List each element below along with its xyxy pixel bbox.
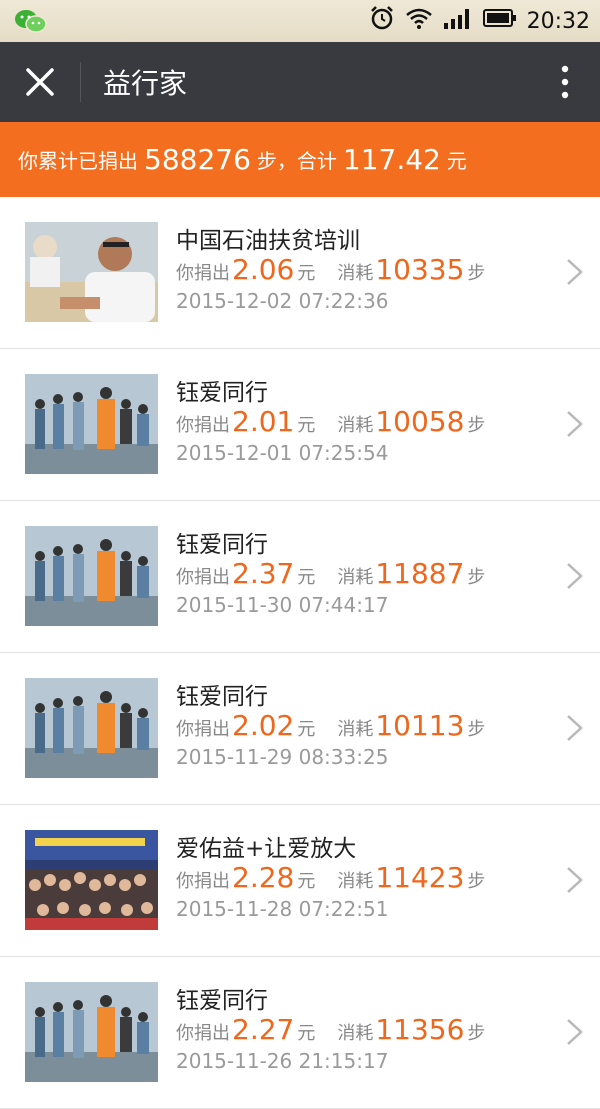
summary-amount: 117.42 bbox=[342, 143, 441, 176]
more-vertical-icon bbox=[561, 65, 569, 99]
donated-label: 你捐出 bbox=[176, 871, 230, 892]
steps-label: 步 bbox=[467, 1023, 486, 1044]
item-amount: 2.28 bbox=[232, 861, 295, 894]
children-photo bbox=[25, 374, 158, 474]
item-date: 2015-11-28 07:22:51 bbox=[176, 897, 389, 921]
item-amount: 2.01 bbox=[232, 405, 295, 438]
item-steps: 11887 bbox=[375, 557, 465, 590]
item-stats: 你捐出 2.02 元 消耗 10113 步 bbox=[176, 709, 485, 742]
status-bar: 20:32 bbox=[0, 0, 600, 42]
yuan-label: 元 bbox=[297, 567, 316, 588]
item-amount: 2.06 bbox=[232, 253, 295, 286]
donated-label: 你捐出 bbox=[176, 719, 230, 740]
item-steps: 10058 bbox=[375, 405, 465, 438]
steps-label: 步 bbox=[467, 263, 486, 284]
item-steps: 10335 bbox=[375, 253, 465, 286]
item-title: 钰爱同行 bbox=[176, 380, 268, 406]
status-left bbox=[14, 8, 48, 34]
item-title: 钰爱同行 bbox=[176, 988, 268, 1014]
chevron-right-icon bbox=[567, 563, 583, 589]
item-date: 2015-11-30 07:44:17 bbox=[176, 593, 389, 617]
item-stats: 你捐出 2.27 元 消耗 11356 步 bbox=[176, 1013, 485, 1046]
summary-steps: 588276 bbox=[144, 143, 251, 176]
close-icon bbox=[26, 68, 54, 96]
consumed-label: 消耗 bbox=[337, 719, 374, 740]
children-photo bbox=[25, 678, 158, 778]
chevron-right-icon bbox=[567, 411, 583, 437]
item-date: 2015-12-02 07:22:36 bbox=[176, 289, 389, 313]
donation-item[interactable]: 钰爱同行 你捐出 2.37 元 消耗 11887 步 2015-11-30 07… bbox=[0, 501, 600, 653]
chevron-right-icon bbox=[567, 715, 583, 741]
donation-item[interactable]: 爱佑益+让爱放大 你捐出 2.28 元 消耗 11423 步 2015-11-2… bbox=[0, 805, 600, 957]
item-amount: 2.27 bbox=[232, 1013, 295, 1046]
yuan-label: 元 bbox=[297, 1023, 316, 1044]
item-steps: 11423 bbox=[375, 861, 465, 894]
more-button[interactable] bbox=[530, 42, 600, 122]
chevron-right-icon bbox=[567, 259, 583, 285]
item-steps: 11356 bbox=[375, 1013, 465, 1046]
status-right: 20:32 bbox=[369, 5, 590, 37]
yuan-label: 元 bbox=[297, 871, 316, 892]
donation-item[interactable]: 钰爱同行 你捐出 2.02 元 消耗 10113 步 2015-11-29 08… bbox=[0, 653, 600, 805]
item-title: 中国石油扶贫培训 bbox=[176, 228, 360, 254]
app-bar: 益行家 bbox=[0, 42, 600, 122]
item-date: 2015-11-29 08:33:25 bbox=[176, 745, 389, 769]
consumed-label: 消耗 bbox=[337, 415, 374, 436]
wechat-icon bbox=[14, 8, 48, 34]
summary-steps-unit: 步，合计 bbox=[256, 149, 337, 173]
donated-label: 你捐出 bbox=[176, 1023, 230, 1044]
consumed-label: 消耗 bbox=[337, 871, 374, 892]
children-photo bbox=[25, 526, 158, 626]
chevron-right-icon bbox=[567, 867, 583, 893]
app-bar-divider bbox=[80, 62, 81, 102]
donation-item[interactable]: 钰爱同行 你捐出 2.27 元 消耗 11356 步 2015-11-26 21… bbox=[0, 957, 600, 1109]
yuan-label: 元 bbox=[297, 415, 316, 436]
donated-label: 你捐出 bbox=[176, 567, 230, 588]
close-button[interactable] bbox=[0, 42, 80, 122]
item-date: 2015-12-01 07:25:54 bbox=[176, 441, 389, 465]
donated-label: 你捐出 bbox=[176, 263, 230, 284]
children-photo bbox=[25, 982, 158, 1082]
donation-summary: 你累计已捐出 588276 步，合计 117.42 元 bbox=[0, 122, 600, 197]
item-stats: 你捐出 2.28 元 消耗 11423 步 bbox=[176, 861, 485, 894]
item-stats: 你捐出 2.01 元 消耗 10058 步 bbox=[176, 405, 485, 438]
item-title: 爱佑益+让爱放大 bbox=[176, 836, 357, 862]
chevron-right-icon bbox=[567, 1019, 583, 1045]
consumed-label: 消耗 bbox=[337, 1023, 374, 1044]
steps-label: 步 bbox=[467, 567, 486, 588]
item-steps: 10113 bbox=[375, 709, 465, 742]
yuan-label: 元 bbox=[297, 719, 316, 740]
item-title: 钰爱同行 bbox=[176, 684, 268, 710]
alarm-icon bbox=[369, 5, 395, 37]
consumed-label: 消耗 bbox=[337, 263, 374, 284]
item-stats: 你捐出 2.37 元 消耗 11887 步 bbox=[176, 557, 485, 590]
yuan-label: 元 bbox=[297, 263, 316, 284]
item-title: 钰爱同行 bbox=[176, 532, 268, 558]
summary-prefix: 你累计已捐出 bbox=[18, 149, 138, 173]
donation-item[interactable]: 中国石油扶贫培训 你捐出 2.06 元 消耗 10335 步 2015-12-0… bbox=[0, 197, 600, 349]
donation-list: 中国石油扶贫培训 你捐出 2.06 元 消耗 10335 步 2015-12-0… bbox=[0, 197, 600, 1109]
donation-item[interactable]: 钰爱同行 你捐出 2.01 元 消耗 10058 步 2015-12-01 07… bbox=[0, 349, 600, 501]
steps-label: 步 bbox=[467, 415, 486, 436]
training-photo bbox=[25, 222, 158, 322]
consumed-label: 消耗 bbox=[337, 567, 374, 588]
item-date: 2015-11-26 21:15:17 bbox=[176, 1049, 389, 1073]
item-amount: 2.02 bbox=[232, 709, 295, 742]
steps-label: 步 bbox=[467, 719, 486, 740]
page-title: 益行家 bbox=[103, 67, 188, 100]
item-stats: 你捐出 2.06 元 消耗 10335 步 bbox=[176, 253, 485, 286]
donated-label: 你捐出 bbox=[176, 415, 230, 436]
group-photo bbox=[25, 830, 158, 930]
battery-icon bbox=[482, 8, 517, 34]
steps-label: 步 bbox=[467, 871, 486, 892]
status-time: 20:32 bbox=[526, 8, 590, 34]
item-amount: 2.37 bbox=[232, 557, 295, 590]
summary-amount-unit: 元 bbox=[446, 149, 467, 173]
signal-icon bbox=[443, 7, 473, 35]
wifi-icon bbox=[405, 6, 433, 36]
